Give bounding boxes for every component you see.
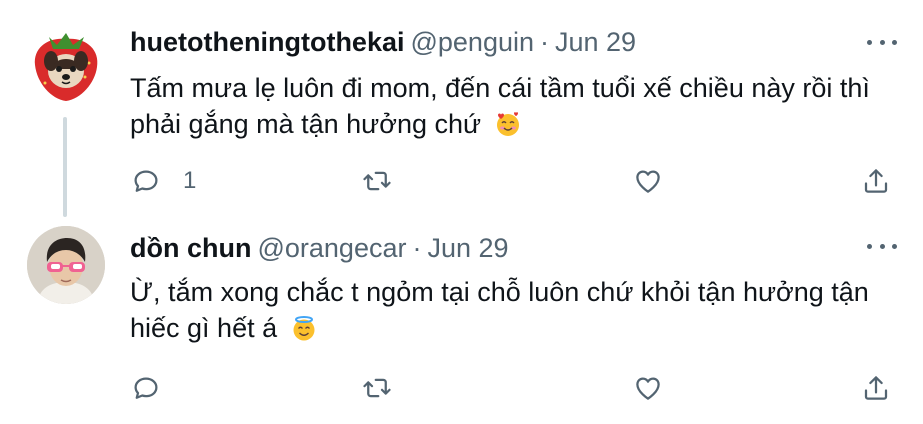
user-photo-avatar-icon	[27, 226, 105, 304]
strawberry-dog-avatar-icon	[34, 33, 98, 101]
separator: ·	[540, 27, 549, 57]
tweet-header: dồn chun @orangecar · Jun 29	[130, 232, 509, 264]
share-icon	[864, 376, 888, 400]
share-button[interactable]	[861, 161, 891, 201]
heart-icon	[636, 170, 660, 193]
display-name[interactable]: dồn chun	[130, 233, 251, 263]
retweet-button[interactable]	[362, 161, 392, 201]
user-handle[interactable]: @orangecar	[257, 233, 406, 263]
avatar[interactable]	[27, 226, 105, 304]
share-icon	[864, 169, 888, 193]
reply-button[interactable]: 1	[131, 161, 196, 201]
tweet-actions: 1	[0, 161, 923, 201]
smiling-face-with-hearts-icon	[496, 112, 519, 136]
display-name[interactable]: huetotheningtothekai	[130, 27, 404, 57]
retweet-button[interactable]	[362, 368, 392, 408]
like-button[interactable]	[633, 368, 663, 408]
retweet-icon	[363, 378, 391, 398]
tweet-text: Ừ, tắm xong chắc t ngỏm tại chỗ luôn chứ…	[130, 274, 890, 346]
reply-button[interactable]	[131, 368, 161, 408]
tweet-text-line: phải gắng mà tận hưởng chứ	[130, 109, 482, 139]
tweet-actions	[0, 368, 923, 408]
reply-count: 1	[183, 167, 197, 194]
more-options-icon[interactable]	[867, 236, 897, 256]
tweet-text: Tấm mưa lẹ luôn đi mom, đến cái tầm tuổi…	[130, 70, 890, 142]
avatar[interactable]	[27, 25, 105, 103]
tweet-text-line: Tấm mưa lẹ luôn đi mom, đến cái tầm tuổi…	[130, 73, 870, 103]
separator: ·	[412, 233, 422, 263]
tweet-text-line: Ừ, tắm xong chắc t ngỏm tại chỗ luôn chứ…	[130, 277, 869, 307]
reply-icon	[134, 170, 158, 192]
heart-icon	[636, 377, 660, 400]
like-button[interactable]	[633, 161, 663, 201]
tweet[interactable]: dồn chun @orangecar · Jun 29 Ừ, tắm xong ch…	[0, 216, 923, 424]
tweet[interactable]: huetotheningtothekai @penguin · Jun 29 Tấm …	[0, 0, 923, 217]
more-options-icon[interactable]	[867, 32, 897, 52]
tweet-date[interactable]: Jun 29	[555, 27, 636, 57]
user-handle[interactable]: @penguin	[410, 27, 534, 57]
smiling-face-with-halo-icon	[293, 316, 315, 341]
tweet-header: huetotheningtothekai @penguin · Jun 29	[130, 26, 636, 58]
retweet-icon	[363, 171, 391, 191]
reply-icon	[134, 377, 158, 399]
tweet-text-line: hiếc gì hết á	[130, 313, 278, 343]
tweet-date[interactable]: Jun 29	[427, 233, 508, 263]
share-button[interactable]	[861, 368, 891, 408]
